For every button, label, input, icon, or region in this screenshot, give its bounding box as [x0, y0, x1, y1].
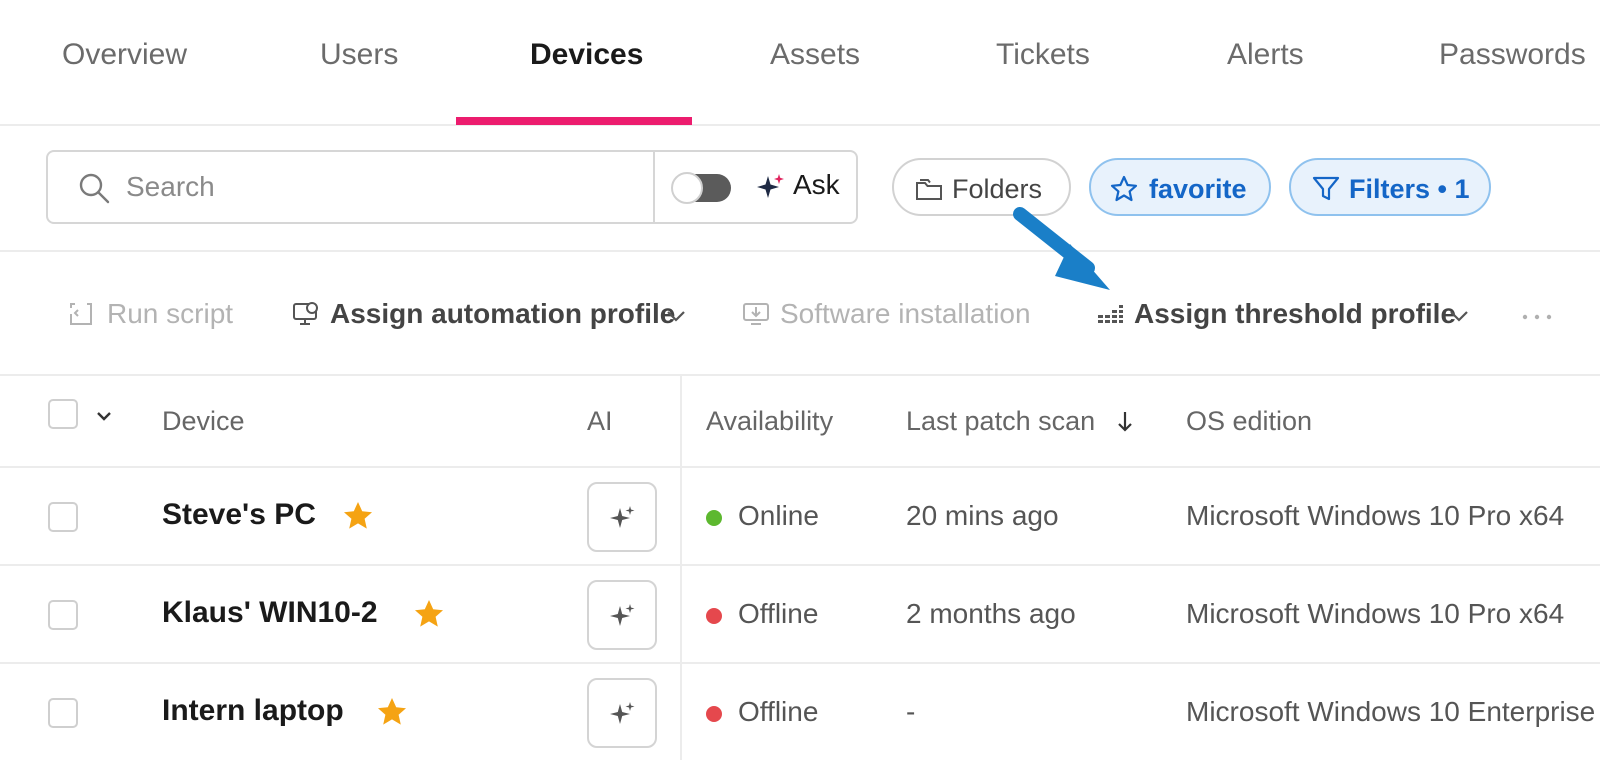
download-monitor-icon — [743, 303, 769, 325]
last-patch-scan: - — [906, 696, 916, 727]
row-checkbox[interactable] — [48, 600, 78, 630]
table-row[interactable]: Intern laptop Offline - Microsoft Window… — [0, 664, 1600, 760]
tab-users[interactable]: Users — [320, 38, 398, 72]
row-checkbox[interactable] — [48, 698, 78, 728]
run-script-label: Run script — [107, 298, 234, 329]
active-tab-indicator — [456, 117, 692, 125]
availability-status: Online — [738, 500, 819, 531]
ask-label[interactable]: Ask — [793, 169, 840, 201]
chevron-down-icon — [667, 311, 685, 322]
favorite-star-icon[interactable] — [376, 696, 408, 728]
os-edition: Microsoft Windows 10 Enterprise — [1186, 696, 1596, 727]
availability-status: Offline — [738, 696, 819, 727]
column-header-last-patch-scan[interactable]: Last patch scan — [906, 406, 1095, 437]
status-dot-online — [706, 510, 722, 526]
chevron-down-icon[interactable] — [94, 406, 114, 426]
sparkle-icon — [757, 174, 784, 198]
tab-devices[interactable]: Devices — [530, 38, 643, 72]
more-horizontal-icon[interactable] — [1522, 314, 1552, 320]
sparkle-icon — [610, 506, 635, 528]
tab-bar: Overview Users Devices Assets Tickets Al… — [0, 0, 1600, 126]
availability-status: Offline — [738, 598, 819, 629]
toggle-knob — [671, 172, 703, 204]
ai-button[interactable] — [587, 482, 657, 552]
table-header: Device AI Availability Last patch scan O… — [0, 376, 1600, 468]
search-input[interactable] — [126, 164, 626, 210]
row-checkbox[interactable] — [48, 502, 78, 532]
frozen-column-divider — [680, 376, 682, 760]
device-name[interactable]: Klaus' WIN10-2 — [162, 596, 378, 630]
table-row[interactable]: Steve's PC Online 20 mins ago Microsoft … — [0, 468, 1600, 566]
script-icon — [70, 303, 92, 325]
favorite-star-icon[interactable] — [342, 500, 374, 532]
status-dot-offline — [706, 608, 722, 624]
tab-tickets[interactable]: Tickets — [996, 38, 1090, 72]
search-divider — [653, 152, 655, 222]
chevron-down-icon — [1450, 311, 1468, 322]
device-name[interactable]: Steve's PC — [162, 498, 316, 532]
star-outline-icon — [1110, 175, 1138, 202]
last-patch-scan: 2 months ago — [906, 598, 1076, 629]
sparkle-icon — [610, 604, 635, 626]
assign-automation-label: Assign automation profile — [330, 298, 676, 329]
device-name[interactable]: Intern laptop — [162, 694, 344, 728]
table-row[interactable]: Klaus' WIN10-2 Offline 2 months ago Micr… — [0, 566, 1600, 664]
favorite-label: favorite — [1149, 174, 1247, 204]
ask-ai-toggle[interactable] — [671, 172, 731, 204]
filters-button[interactable]: Filters • 1 — [1289, 158, 1491, 216]
bulk-actions-bar: Run script Assign automation profile Sof… — [0, 252, 1600, 376]
filter-icon — [1312, 176, 1340, 201]
search-toolbar: Ask Folders favorite Filters • 1 — [0, 126, 1600, 290]
select-all-checkbox[interactable] — [48, 399, 78, 429]
tab-overview[interactable]: Overview — [62, 38, 187, 72]
threshold-bars-icon — [1098, 305, 1123, 323]
monitor-gear-icon — [293, 302, 318, 325]
os-edition: Microsoft Windows 10 Pro x64 — [1186, 500, 1565, 531]
search-box: Ask — [46, 150, 858, 224]
last-patch-scan: 20 mins ago — [906, 500, 1059, 531]
column-header-ai[interactable]: AI — [587, 406, 613, 437]
column-header-device[interactable]: Device — [162, 406, 245, 437]
filters-label: Filters • 1 — [1349, 174, 1470, 204]
folder-icon — [916, 179, 942, 200]
tab-alerts[interactable]: Alerts — [1227, 38, 1304, 72]
devices-table: Device AI Availability Last patch scan O… — [0, 376, 1600, 760]
ai-button[interactable] — [587, 580, 657, 650]
ai-button[interactable] — [587, 678, 657, 748]
sparkle-icon — [610, 702, 635, 724]
assign-threshold-label: Assign threshold profile — [1134, 298, 1457, 329]
os-edition: Microsoft Windows 10 Pro x64 — [1186, 598, 1565, 629]
tab-assets[interactable]: Assets — [770, 38, 860, 72]
column-header-availability[interactable]: Availability — [706, 406, 833, 437]
software-installation-label: Software installation — [780, 298, 1031, 329]
column-header-os-edition[interactable]: OS edition — [1186, 406, 1312, 437]
favorite-star-icon[interactable] — [413, 598, 445, 630]
status-dot-offline — [706, 706, 722, 722]
folders-label: Folders — [952, 174, 1043, 204]
tab-passwords[interactable]: Passwords — [1439, 38, 1586, 72]
sort-descending-icon[interactable] — [1114, 409, 1136, 435]
search-icon — [79, 173, 110, 204]
